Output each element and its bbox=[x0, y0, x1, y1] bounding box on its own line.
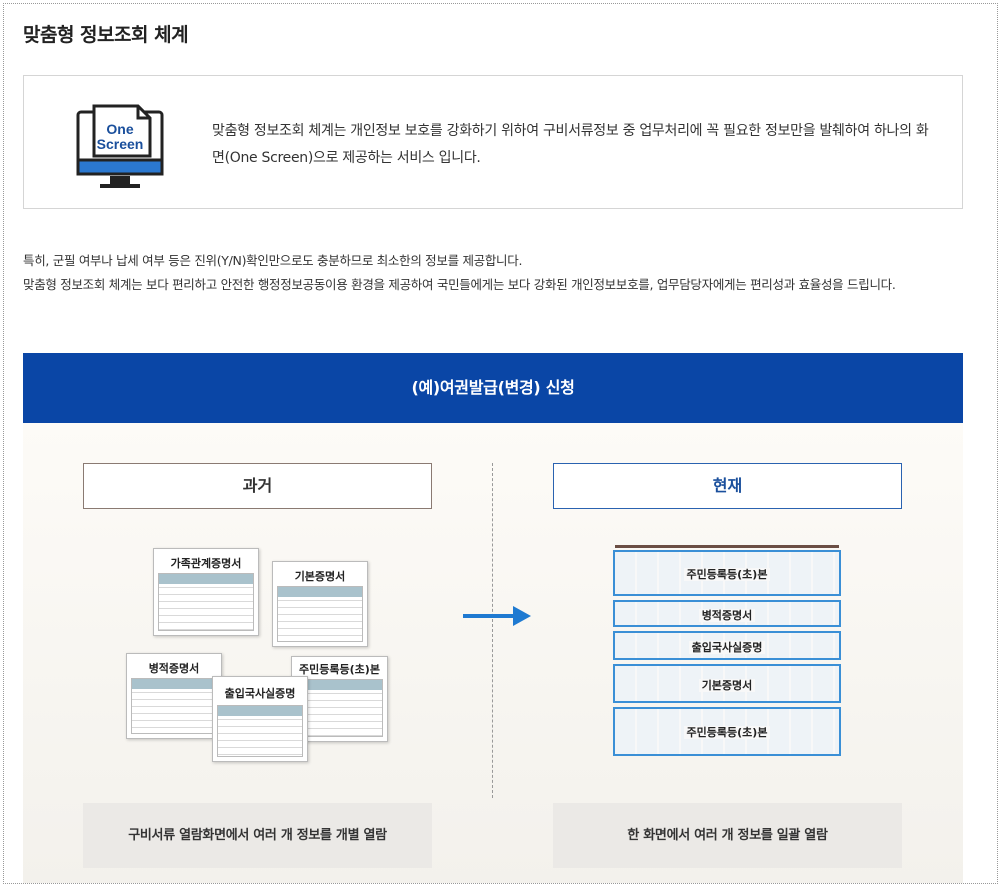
present-doc-strip: 주민등록등(초)본 bbox=[613, 550, 841, 596]
present-caption: 한 화면에서 여러 개 정보를 일괄 열람 bbox=[553, 803, 902, 868]
past-caption: 구비서류 열람화면에서 여러 개 정보를 개별 열람 bbox=[83, 803, 432, 868]
comparison-panel: 과거 현재 가족관계증명서 기본증명서 병적증명서 주민등록등(초)본 출입국사… bbox=[23, 423, 963, 883]
page-title: 맞춤형 정보조회 체계 bbox=[23, 24, 189, 46]
present-doc-strip: 출입국사실증명 bbox=[613, 631, 841, 660]
past-doc-label: 병적증명서 bbox=[127, 660, 221, 676]
description: 특히, 군필 여부나 납세 여부 등은 진위(Y/N)확인만으로도 충분하므로 … bbox=[23, 249, 973, 297]
description-line-2: 맞춤형 정보조회 체계는 보다 편리하고 안전한 행정정보공동이용 환경을 제공… bbox=[23, 277, 896, 292]
icon-text-one: One bbox=[106, 121, 133, 137]
one-screen-monitor-icon: One Screen bbox=[76, 104, 164, 188]
intro-text: 맞춤형 정보조회 체계는 개인정보 보호를 강화하기 위하여 구비서류정보 중 … bbox=[212, 123, 929, 166]
right-arrow-icon bbox=[463, 606, 531, 626]
present-doc-label: 기본증명서 bbox=[698, 679, 756, 692]
intro-box: One Screen 맞춤형 정보조회 체계는 개인정보 보호를 강화하기 위하… bbox=[23, 75, 963, 209]
past-doc-label: 기본증명서 bbox=[273, 568, 367, 584]
present-doc-label: 주민등록등(초)본 bbox=[683, 726, 771, 739]
present-doc-strip: 주민등록등(초)본 bbox=[613, 707, 841, 756]
icon-text-screen: Screen bbox=[97, 136, 144, 152]
past-doc-military: 병적증명서 bbox=[126, 653, 222, 739]
example-banner: (예)여권발급(변경) 신청 bbox=[23, 353, 963, 423]
present-doc-strip: 병적증명서 bbox=[613, 600, 841, 627]
present-doc-label: 병적증명서 bbox=[698, 609, 756, 622]
past-doc-family: 가족관계증명서 bbox=[153, 548, 259, 636]
past-doc-label: 출입국사실증명 bbox=[213, 685, 307, 701]
present-header: 현재 bbox=[553, 463, 902, 509]
past-doc-immigration: 출입국사실증명 bbox=[212, 676, 308, 762]
description-line-1: 특히, 군필 여부나 납세 여부 등은 진위(Y/N)확인만으로도 충분하므로 … bbox=[23, 253, 523, 268]
present-doc-label: 주민등록등(초)본 bbox=[683, 568, 771, 581]
past-header: 과거 bbox=[83, 463, 432, 509]
past-doc-label: 가족관계증명서 bbox=[154, 555, 258, 571]
present-doc-strip: 기본증명서 bbox=[613, 664, 841, 703]
panel-divider bbox=[492, 463, 493, 798]
past-doc-label: 주민등록등(초)본 bbox=[292, 661, 387, 677]
past-doc-basic: 기본증명서 bbox=[272, 561, 368, 647]
present-doc-label: 출입국사실증명 bbox=[688, 641, 766, 654]
